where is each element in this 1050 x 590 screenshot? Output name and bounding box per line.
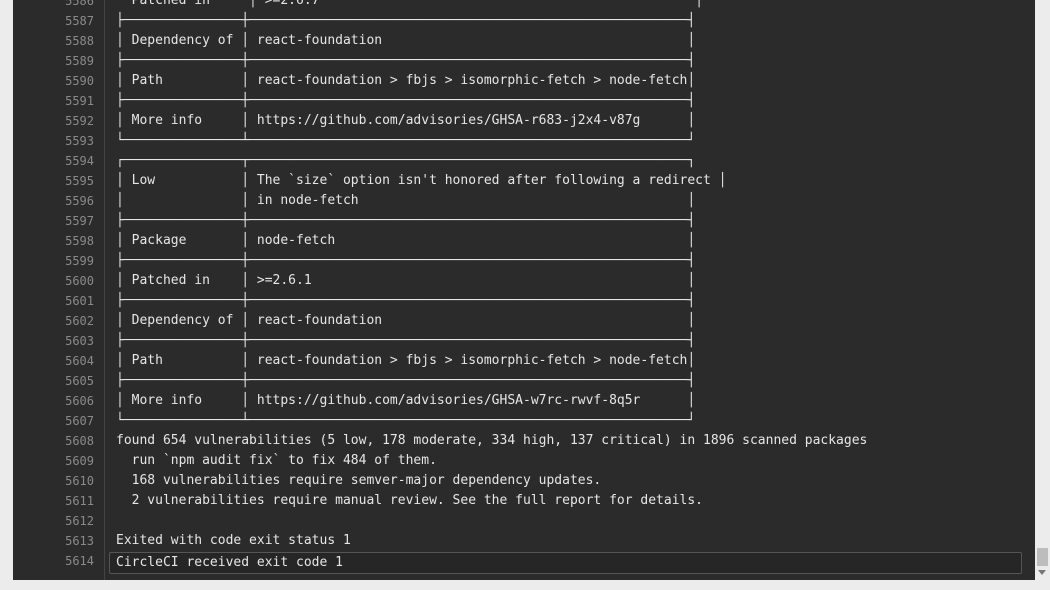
line-number: 5607 (65, 414, 94, 428)
line-number: 5592 (65, 114, 94, 128)
log-line: 5613 Exited with code exit status 1 (13, 531, 1035, 551)
line-number: 5589 (65, 54, 94, 68)
line-text: │ Patched in │ >=2.6.1 │ (116, 273, 696, 288)
line-text: ├───────────────┼───────────────────────… (116, 253, 696, 268)
log-line: 5595 │ Low │ The `size` option isn't hono… (13, 171, 1035, 191)
log-lines: 5586 Patched in │ >=2.6.7 │ 5587 ├───────… (13, 0, 1035, 574)
log-line: 5612 (13, 511, 1035, 531)
line-text: │ Dependency of │ react-foundation │ (116, 313, 696, 328)
line-text: │ │ in node-fetch │ (116, 193, 696, 208)
line-text: │ More info │ https://github.com/advisor… (116, 393, 696, 408)
line-text: │ Path │ react-foundation > fbjs > isomo… (116, 353, 696, 368)
line-text: 2 vulnerabilities require manual review.… (116, 493, 703, 508)
line-text: │ More info │ https://github.com/advisor… (116, 113, 696, 128)
log-line: 5592 │ More info │ https://github.com/adv… (13, 111, 1035, 131)
line-number: 5598 (65, 234, 94, 248)
line-number: 5612 (65, 514, 94, 528)
log-line: 5605 ├───────────────┼───────────────────… (13, 371, 1035, 391)
line-text: 168 vulnerabilities require semver-major… (116, 473, 602, 488)
line-text: ├───────────────┼───────────────────────… (116, 293, 696, 308)
line-number: 5594 (65, 154, 94, 168)
line-text: │ Package │ node-fetch │ (116, 233, 696, 248)
line-number: 5606 (65, 394, 94, 408)
line-number: 5595 (65, 174, 94, 188)
log-line: 5608 found 654 vulnerabilities (5 low, 17… (13, 431, 1035, 451)
log-line: 5600 │ Patched in │ >=2.6.1 │ (13, 271, 1035, 291)
scroll-down-arrow-icon[interactable] (1038, 570, 1046, 575)
line-number: 5591 (65, 94, 94, 108)
log-line: 5603 ├───────────────┼───────────────────… (13, 331, 1035, 351)
log-line: 5611 2 vulnerabilities require manual re… (13, 491, 1035, 511)
log-line: 5607 └───────────────┴───────────────────… (13, 411, 1035, 431)
line-text: │ Dependency of │ react-foundation │ (116, 33, 696, 48)
log-line: 5598 │ Package │ node-fetch │ (13, 231, 1035, 251)
vertical-scrollbar[interactable] (1035, 0, 1050, 580)
line-text: ┌───────────────┬───────────────────────… (116, 153, 696, 168)
line-text: ├───────────────┼───────────────────────… (116, 333, 696, 348)
log-line: 5589 ├───────────────┼───────────────────… (13, 51, 1035, 71)
line-number: 5605 (65, 374, 94, 388)
line-number: 5588 (65, 34, 94, 48)
line-text: CircleCI received exit code 1 (109, 552, 1022, 574)
log-line: 5602 │ Dependency of │ react-foundation │ (13, 311, 1035, 331)
line-number: 5601 (65, 294, 94, 308)
line-text: └───────────────┴───────────────────────… (116, 413, 696, 428)
log-line: 5590 │ Path │ react-foundation > fbjs > i… (13, 71, 1035, 91)
line-number: 5602 (65, 314, 94, 328)
log-line: 5586 Patched in │ >=2.6.7 │ (13, 0, 1035, 11)
line-text: └───────────────┴───────────────────────… (116, 133, 696, 148)
line-number: 5614 (65, 554, 94, 568)
log-line: 5588 │ Dependency of │ react-foundation │ (13, 31, 1035, 51)
line-number: 5611 (65, 494, 94, 508)
line-number: 5613 (65, 534, 94, 548)
scrollbar-thumb[interactable] (1037, 548, 1048, 566)
log-line: 5599 ├───────────────┼───────────────────… (13, 251, 1035, 271)
line-text: Patched in │ >=2.6.7 │ (116, 0, 703, 8)
line-number: 5610 (65, 474, 94, 488)
log-line: 5606 │ More info │ https://github.com/adv… (13, 391, 1035, 411)
line-number: 5599 (65, 254, 94, 268)
line-number: 5600 (65, 274, 94, 288)
line-text: │ Path │ react-foundation > fbjs > isomo… (116, 73, 696, 88)
log-line: 5597 ├───────────────┼───────────────────… (13, 211, 1035, 231)
line-number: 5597 (65, 214, 94, 228)
log-line: 5594 ┌───────────────┬───────────────────… (13, 151, 1035, 171)
line-number: 5593 (65, 134, 94, 148)
line-text: ├───────────────┼───────────────────────… (116, 373, 696, 388)
line-text: ├───────────────┼───────────────────────… (116, 53, 696, 68)
build-log-panel[interactable]: 5586 Patched in │ >=2.6.7 │ 5587 ├───────… (13, 0, 1035, 580)
line-text: Exited with code exit status 1 (116, 533, 351, 548)
line-text: │ Low │ The `size` option isn't honored … (116, 173, 727, 188)
log-line: 5593 └───────────────┴───────────────────… (13, 131, 1035, 151)
line-number: 5590 (65, 74, 94, 88)
log-line: 5587 ├───────────────┼───────────────────… (13, 11, 1035, 31)
line-text: found 654 vulnerabilities (5 low, 178 mo… (116, 433, 868, 448)
log-line: 5591 ├───────────────┼───────────────────… (13, 91, 1035, 111)
line-number: 5608 (65, 434, 94, 448)
line-number: 5587 (65, 14, 94, 28)
log-line-highlighted: 5614 CircleCI received exit code 1 (13, 551, 1035, 574)
log-line: 5596 │ │ in node-fetch │ (13, 191, 1035, 211)
line-number: 5609 (65, 454, 94, 468)
line-text: ├───────────────┼───────────────────────… (116, 13, 696, 28)
log-line: 5604 │ Path │ react-foundation > fbjs > i… (13, 351, 1035, 371)
log-line: 5601 ├───────────────┼───────────────────… (13, 291, 1035, 311)
line-number: 5586 (65, 0, 94, 8)
line-number: 5604 (65, 354, 94, 368)
line-number: 5603 (65, 334, 94, 348)
line-text: ├───────────────┼───────────────────────… (116, 93, 696, 108)
line-text: ├───────────────┼───────────────────────… (116, 213, 696, 228)
line-number: 5596 (65, 194, 94, 208)
log-line: 5609 run `npm audit fix` to fix 484 of t… (13, 451, 1035, 471)
log-line: 5610 168 vulnerabilities require semver-… (13, 471, 1035, 491)
line-text: run `npm audit fix` to fix 484 of them. (116, 453, 437, 468)
